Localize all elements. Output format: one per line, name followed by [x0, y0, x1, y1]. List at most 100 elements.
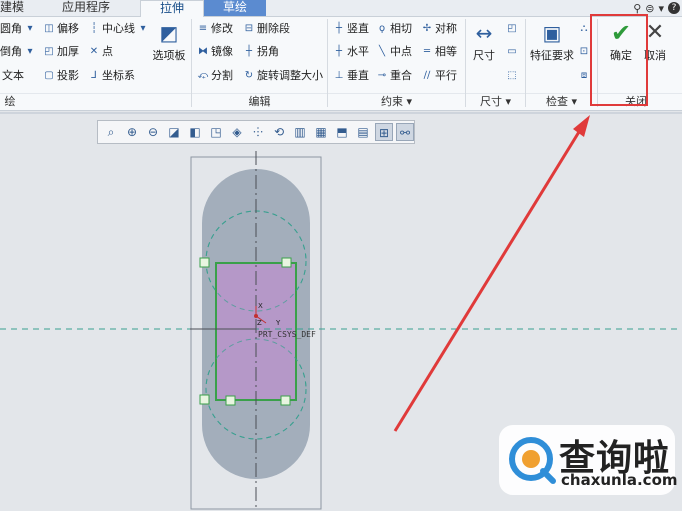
highlight-open-ends-button[interactable]: ⊡ — [578, 44, 590, 60]
point-icon: ✕ — [89, 46, 99, 57]
chevron-down-icon: ▾ — [140, 23, 146, 34]
csys-label: PRT_CSYS_DEF — [258, 330, 316, 339]
view-manager-icon[interactable]: ▥ — [291, 123, 309, 141]
centerline-button[interactable]: ┆ 中心线 ▾ — [88, 21, 149, 37]
rotate-resize-icon: ↻ — [244, 70, 254, 81]
point-button[interactable]: ✕ 点 — [88, 44, 113, 60]
fillet-button[interactable]: 圆角 ▾ — [0, 21, 36, 37]
watermark-brand-en: chaxunla.com — [561, 471, 678, 489]
graphics-toolbar: ⌕ ⊕ ⊖ ◪ ◧ ◳ ◈ ⸭ ⟲ ▥ ▦ ⬒ ▤ ⊞ ⚯ — [97, 120, 415, 144]
group-label-constraint[interactable]: 约束 ▾ — [328, 94, 465, 109]
vertical-constraint-button[interactable]: ┼ 竖直 — [333, 21, 369, 37]
parallel-icon: ∕∕ — [423, 70, 431, 81]
tab-sketch[interactable]: 草绘 — [204, 0, 266, 16]
thicken-button[interactable]: ◰ 加厚 — [43, 44, 79, 60]
datum-display-icon[interactable]: ⸭ — [249, 123, 267, 141]
constraint-display-icon[interactable]: ⚯ — [396, 123, 414, 141]
tab-extrude[interactable]: 拉伸 — [140, 0, 204, 17]
text-button[interactable]: 文本 — [2, 68, 24, 84]
axis-x-label: X — [258, 302, 263, 310]
corner-icon: ┼ — [245, 46, 253, 57]
corner-button[interactable]: ┼ 拐角 — [243, 44, 279, 60]
overlap-geometry-icon: ⛬ — [580, 23, 588, 34]
perimeter-icon: ◰ — [507, 23, 517, 34]
coincident-constraint-button[interactable]: ⊸ 重合 — [376, 68, 412, 84]
watermark-badge: 查询啦 chaxunla.com — [499, 425, 678, 495]
saved-views-icon[interactable]: ◳ — [207, 123, 225, 141]
centerline-icon: ┆ — [90, 23, 98, 34]
tab-applications[interactable]: 应用程序 — [62, 0, 122, 16]
display-style-icon[interactable]: ◧ — [186, 123, 204, 141]
dimension-button[interactable]: ↔ 尺寸 — [469, 21, 499, 63]
ribbon-tabbar: 建模 应用程序 拉伸 草绘 ⚲ ⊜ ▾ ? — [0, 0, 682, 17]
project-button[interactable]: ▢ 投影 — [43, 68, 79, 84]
baseline-icon: ▭ — [507, 46, 517, 57]
rotate-resize-button[interactable]: ↻ 旋转调整大小 — [243, 68, 323, 84]
divide-icon: ⤽ — [197, 70, 209, 81]
annotation-display-icon[interactable]: ▤ — [354, 123, 372, 141]
tangent-constraint-button[interactable]: ϙ 相切 — [376, 21, 412, 37]
search-icon[interactable]: ⚲ — [633, 2, 641, 15]
csys-button[interactable]: ⅃ 坐标系 — [88, 68, 135, 84]
zoom-out-icon[interactable]: ⊖ — [144, 123, 162, 141]
tab-modeling[interactable]: 建模 — [0, 0, 40, 16]
sketch-view-icon[interactable]: ⬒ — [333, 123, 351, 141]
modify-button[interactable]: ≡ 修改 — [197, 21, 233, 37]
group-label-edit: 编辑 — [248, 95, 271, 108]
palette-icon: ◩ — [159, 21, 179, 45]
settings-icon[interactable]: ⊜ — [645, 2, 654, 15]
spin-center-icon[interactable]: ⟲ — [270, 123, 288, 141]
symmetric-icon: ✢ — [422, 23, 432, 34]
perpendicular-constraint-button[interactable]: ⊥ 垂直 — [333, 68, 369, 84]
midpoint-icon: ╲ — [378, 46, 386, 57]
highlight-box — [590, 14, 648, 106]
feature-requirements-button[interactable]: ▣ 特征要求 — [528, 21, 576, 63]
axis-z-label: Z — [257, 319, 262, 327]
equal-constraint-button[interactable]: ═ 相等 — [421, 44, 457, 60]
axis-y-label: Y — [276, 319, 281, 327]
baseline-button[interactable]: ▭ — [506, 44, 518, 60]
dimension-icon: ↔ — [475, 21, 493, 45]
tangent-icon: ϙ — [378, 23, 386, 34]
repaint-icon[interactable]: ◪ — [165, 123, 183, 141]
group-label-sketch: 绘 — [4, 95, 16, 108]
annotation-arrow — [393, 126, 584, 432]
watermark-logo-icon — [509, 437, 556, 484]
ribbon: 圆角 ▾ 倒角 ▾ 文本 ◫ 偏移 ◰ 加厚 ▢ 投影 ┆ 中心线 ▾ ✕ 点 ⅃ 坐标系 ◩ 选… — [0, 17, 682, 111]
section-icon[interactable]: ◈ — [228, 123, 246, 141]
sketcher-display-icon[interactable]: ⊞ — [375, 123, 393, 141]
chevron-down-icon: ▾ — [27, 46, 33, 57]
open-ends-icon: ⊡ — [579, 46, 589, 57]
symmetric-constraint-button[interactable]: ✢ 对称 — [421, 21, 457, 37]
thicken-icon: ◰ — [44, 46, 54, 57]
zoom-in-icon[interactable]: ⊕ — [123, 123, 141, 141]
mirror-button[interactable]: ⧓ 镜像 — [197, 44, 233, 60]
coincident-icon: ⊸ — [377, 70, 387, 81]
horizontal-constraint-button[interactable]: ┼ 水平 — [333, 44, 369, 60]
feature-requirements-icon: ▣ — [542, 21, 562, 45]
chamfer-button[interactable]: 倒角 ▾ — [0, 44, 36, 60]
modify-icon: ≡ — [198, 23, 208, 34]
delete-segment-button[interactable]: ⊟ 删除段 — [243, 21, 290, 37]
reference-icon: ⬚ — [507, 70, 517, 81]
mirror-icon: ⧓ — [198, 46, 208, 57]
offset-button[interactable]: ◫ 偏移 — [43, 21, 79, 37]
divide-button[interactable]: ⤽ 分割 — [197, 68, 233, 84]
parallel-constraint-button[interactable]: ∕∕ 平行 — [421, 68, 457, 84]
reference-button[interactable]: ⬚ — [506, 68, 518, 84]
annotation-arrowhead — [573, 115, 590, 137]
project-icon: ▢ — [44, 70, 54, 81]
shade-closed-loops-button[interactable]: ⧈ — [578, 68, 590, 84]
overlap-geometry-button[interactable]: ⛬ — [578, 21, 590, 37]
perimeter-button[interactable]: ◰ — [506, 21, 518, 37]
group-label-dimension[interactable]: 尺寸 ▾ — [466, 94, 525, 109]
help-icon[interactable]: ? — [668, 2, 680, 14]
chevron-down-icon: ▾ — [27, 23, 33, 34]
delete-segment-icon: ⊟ — [244, 23, 254, 34]
perspective-icon[interactable]: ▦ — [312, 123, 330, 141]
palette-button[interactable]: ◩ 选项板 — [150, 21, 188, 63]
chevron-down-icon[interactable]: ▾ — [658, 2, 664, 15]
midpoint-constraint-button[interactable]: ╲ 中点 — [376, 44, 412, 60]
refit-icon[interactable]: ⌕ — [102, 123, 120, 141]
group-label-inspect[interactable]: 检查 ▾ — [526, 94, 597, 109]
